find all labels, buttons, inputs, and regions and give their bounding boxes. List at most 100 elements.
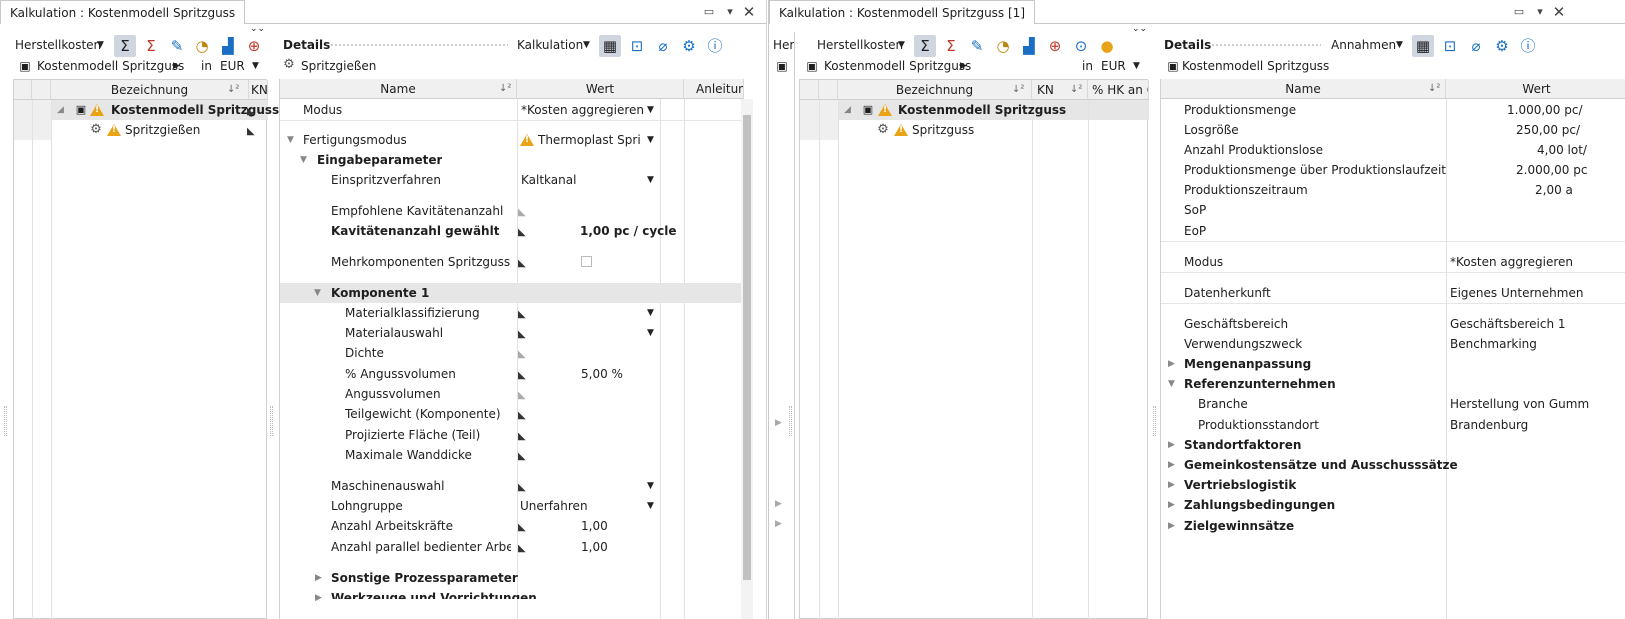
- expand-icon[interactable]: ▶: [1168, 475, 1175, 495]
- detail-row-value[interactable]: Benchmarking: [1450, 334, 1537, 354]
- detail-row-name[interactable]: Anzahl Arbeitskräfte: [331, 516, 453, 536]
- sort-icon[interactable]: ↓²: [1012, 80, 1024, 100]
- detail-row-name[interactable]: Referenzunternehmen: [1184, 374, 1336, 394]
- pencil-icon[interactable]: ✎: [966, 35, 988, 57]
- chevron-down-icon[interactable]: ▼: [1133, 56, 1140, 76]
- detail-row-name[interactable]: Materialauswahl: [345, 323, 443, 343]
- details-mode-select[interactable]: Kalkulation: [517, 35, 583, 55]
- scrollbar-thumb[interactable]: [743, 115, 751, 580]
- detail-row-name[interactable]: Gemeinkostensätze und Ausschusssätze: [1184, 455, 1458, 475]
- detail-row-value[interactable]: 1,00 pc / cycle: [580, 221, 677, 241]
- column-header-wert[interactable]: Wert: [517, 79, 684, 99]
- expand-icon[interactable]: ▶: [315, 568, 322, 588]
- splitter-grip[interactable]: [789, 406, 792, 436]
- detail-row-name[interactable]: Fertigungsmodus: [303, 130, 407, 150]
- close-icon[interactable]: ✕: [1551, 4, 1567, 20]
- detail-row-value[interactable]: Geschäftsbereich 1: [1450, 314, 1566, 334]
- collapse-icon[interactable]: ▼: [1168, 374, 1175, 394]
- chevron-down-icon[interactable]: ▼: [898, 35, 905, 55]
- detail-row-name[interactable]: Zielgewinnsätze: [1184, 516, 1294, 536]
- detail-row-value[interactable]: Thermoplast Sprit...: [538, 130, 640, 150]
- breadcrumb[interactable]: Kostenmodell Spritzguss: [824, 56, 971, 76]
- column-header-bezeichnung[interactable]: Bezeichnung: [51, 80, 249, 100]
- column-header-name[interactable]: Name: [1161, 79, 1446, 99]
- chevron-down-icon[interactable]: ▼: [647, 496, 654, 516]
- detail-row-value[interactable]: 250,00 pc/: [1516, 120, 1580, 140]
- gear-icon[interactable]: ⚙: [678, 35, 700, 57]
- expand-icon[interactable]: ▶: [1168, 495, 1175, 515]
- detail-row-name[interactable]: Teilgewicht (Komponente): [345, 404, 501, 424]
- detail-row-value[interactable]: 2.000,00 pc: [1516, 160, 1587, 180]
- detail-row-value[interactable]: 1,00: [581, 537, 608, 557]
- detail-row-name[interactable]: Projizierte Fläche (Teil): [345, 425, 480, 445]
- sum-icon[interactable]: Σ: [114, 35, 136, 57]
- sort-icon[interactable]: ↓²: [499, 79, 511, 99]
- vertical-scrollbar[interactable]: [741, 99, 753, 619]
- column-header-wert[interactable]: Wert: [1446, 79, 1625, 99]
- sum-icon[interactable]: Σ: [914, 35, 936, 57]
- detail-row-name[interactable]: SoP: [1184, 200, 1206, 220]
- detail-row-name[interactable]: Verwendungszweck: [1184, 334, 1302, 354]
- collapse-icon[interactable]: ▼: [314, 283, 321, 303]
- camera-icon[interactable]: ⊡: [1439, 35, 1461, 57]
- splitter-grip[interactable]: [4, 406, 7, 436]
- detail-row-name[interactable]: Eingabeparameter: [317, 150, 442, 170]
- detail-row-name[interactable]: Standortfaktoren: [1184, 435, 1301, 455]
- calculator-icon[interactable]: ▦: [599, 35, 621, 57]
- close-icon[interactable]: ✕: [741, 4, 757, 20]
- sum-compare-icon[interactable]: Σ: [940, 35, 962, 57]
- detail-row-name[interactable]: Produktionsstandort: [1198, 415, 1319, 435]
- lightbulb-icon[interactable]: ●: [1096, 35, 1118, 57]
- factory-icon[interactable]: ▟: [217, 35, 239, 57]
- detail-row-value[interactable]: Herstellung von Gumm: [1450, 394, 1625, 414]
- sort-icon[interactable]: ↓²: [1428, 79, 1440, 99]
- detail-row-name[interactable]: Materialklassifizierung: [345, 303, 480, 323]
- detail-row-name[interactable]: Mengenanpassung: [1184, 354, 1311, 374]
- breadcrumb[interactable]: Kostenmodell Spritzguss: [37, 56, 184, 76]
- detail-row-value[interactable]: 1,00: [581, 516, 608, 536]
- detail-row-value[interactable]: 5,00 %: [581, 364, 623, 384]
- factory-icon[interactable]: ▟: [1018, 35, 1040, 57]
- detail-row-name[interactable]: % Angussvolumen: [345, 364, 456, 384]
- coins-icon[interactable]: ◔: [191, 35, 213, 57]
- right-document-tab[interactable]: Kalkulation : Kostenmodell Spritzguss [1…: [769, 0, 1035, 24]
- expand-icon[interactable]: ▶: [775, 514, 782, 534]
- sum-compare-icon[interactable]: Σ: [140, 35, 162, 57]
- detail-row-name[interactable]: Produktionsmenge: [1184, 100, 1296, 120]
- tree-row-label[interactable]: Kostenmodell Spritzguss: [898, 100, 1066, 120]
- detail-row-name[interactable]: EoP: [1184, 221, 1206, 241]
- detail-row-value[interactable]: 4,00 lot/: [1537, 140, 1587, 160]
- detail-row-name[interactable]: Produktionsmenge über Produktionslaufzei…: [1184, 160, 1446, 180]
- tree-row-label[interactable]: Spritzguss: [912, 120, 974, 140]
- expand-icon[interactable]: ▶: [775, 494, 782, 514]
- chevron-down-icon[interactable]: ▼: [647, 476, 654, 496]
- detail-row-value[interactable]: 2,00 a: [1535, 180, 1573, 200]
- expand-icon[interactable]: ▶: [1168, 354, 1175, 374]
- detail-row-name[interactable]: Produktionszeitraum: [1184, 180, 1308, 200]
- detail-row-name[interactable]: Geschäftsbereich: [1184, 314, 1288, 334]
- cost-type-select[interactable]: Herstellkosten: [15, 35, 101, 55]
- detail-row-name[interactable]: Datenherkunft: [1184, 283, 1271, 303]
- detail-row-name[interactable]: Modus: [1184, 252, 1223, 272]
- coins-icon[interactable]: ◔: [992, 35, 1014, 57]
- sort-icon[interactable]: ↓²: [227, 80, 239, 100]
- detail-row-value[interactable]: Kaltkanal: [521, 170, 576, 190]
- collapse-icon[interactable]: ▼: [287, 130, 294, 150]
- detail-row-name[interactable]: Anzahl parallel bedienter Arbeits...: [331, 537, 511, 557]
- chevron-down-icon[interactable]: ▼: [252, 56, 259, 76]
- sort-icon[interactable]: ↓²: [1070, 80, 1082, 100]
- paperclip-icon[interactable]: ⌀: [652, 35, 674, 57]
- chevron-down-icon[interactable]: ▼: [647, 100, 654, 120]
- chevron-down-icon[interactable]: ▼: [647, 323, 654, 343]
- splitter-grip[interactable]: [1153, 406, 1156, 436]
- expand-icon[interactable]: ▶: [315, 588, 322, 608]
- detail-row-value[interactable]: *Kosten aggregieren: [521, 100, 644, 120]
- window-layout-icon[interactable]: ▭: [701, 4, 717, 20]
- detail-row-name[interactable]: Mehrkomponenten Spritzguss: [331, 252, 510, 272]
- tree-row-label[interactable]: Spritzgießen: [125, 120, 200, 140]
- pencil-icon[interactable]: ✎: [166, 35, 188, 57]
- chevron-down-icon[interactable]: ▼: [647, 170, 654, 190]
- info-icon[interactable]: ⓘ: [704, 35, 726, 57]
- expand-icon[interactable]: ⌄⌄: [1132, 19, 1147, 39]
- window-layout-icon[interactable]: ▭: [1511, 4, 1527, 20]
